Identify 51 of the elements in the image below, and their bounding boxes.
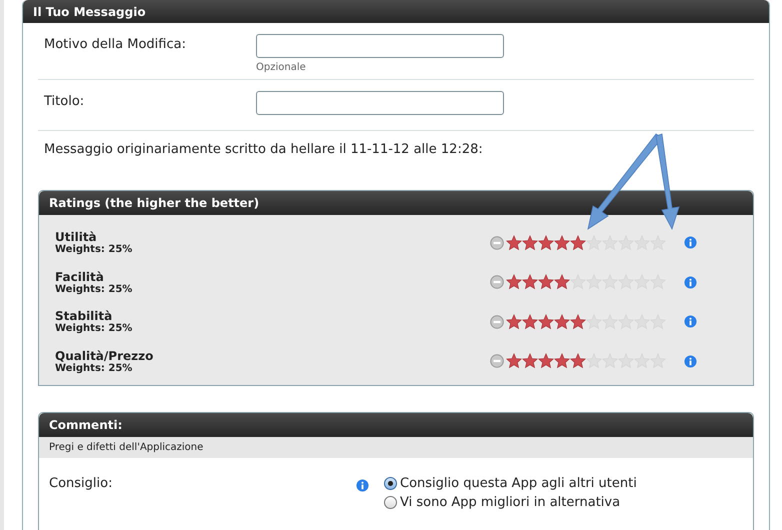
star-icon[interactable] [522, 353, 538, 370]
comments-title: Commenti: [49, 418, 122, 432]
field-label: Titolo: [44, 93, 86, 111]
star-icon[interactable] [554, 274, 570, 290]
star-icon[interactable] [570, 234, 586, 251]
clear-rating-icon[interactable] [490, 275, 504, 290]
radio-label[interactable]: Consiglio questa App agli altri utenti [400, 476, 637, 491]
ratings-title: Ratings (the higher the better) [49, 196, 260, 210]
star-icon[interactable] [570, 353, 586, 370]
star-icon[interactable] [522, 314, 538, 330]
info-icon[interactable] [684, 236, 697, 250]
star-icon[interactable] [506, 274, 522, 290]
rating-label: Utilità [55, 230, 97, 244]
radio-button[interactable] [384, 477, 397, 490]
star-icon[interactable] [538, 353, 554, 370]
field-label: Consiglio: [49, 476, 114, 493]
field-hint: Opzionale [256, 62, 307, 73]
info-icon[interactable] [684, 276, 697, 289]
comments-subtitle: Pregi e difetti dell'Applicazione [49, 442, 204, 453]
info-icon[interactable] [356, 479, 369, 492]
rating-weight: Weights: 25% [55, 244, 134, 256]
star-icon[interactable] [554, 234, 570, 251]
clear-rating-icon[interactable] [490, 314, 504, 329]
info-icon[interactable] [684, 354, 697, 368]
star-icon[interactable] [506, 353, 522, 370]
star-icon[interactable] [538, 234, 554, 251]
star-icon[interactable] [538, 314, 554, 330]
rating-label: Qualità/Prezzo [55, 348, 154, 363]
original-message-note: Messaggio originariamente scritto da hellare il 11-11-12 alle 12:28: [44, 142, 483, 157]
star-icon[interactable] [506, 234, 522, 251]
star-icon[interactable] [554, 314, 570, 330]
rating-weight: Weights: 25% [55, 284, 134, 295]
clear-rating-icon[interactable] [490, 236, 504, 250]
radio-label[interactable]: Vi sono App migliori in alternativa [400, 495, 620, 510]
rating-label: Stabilità [55, 309, 114, 324]
rating-weight: Weights: 25% [55, 323, 134, 334]
field-label: Motivo della Modifica: [44, 36, 187, 54]
rating-label: Facilità [55, 270, 105, 284]
radio-button[interactable] [384, 496, 397, 509]
star-icon[interactable] [554, 353, 570, 370]
star-icon[interactable] [506, 314, 522, 330]
info-icon[interactable] [684, 315, 697, 328]
input-field[interactable] [256, 34, 504, 58]
input-field[interactable] [256, 91, 504, 115]
star-icon[interactable] [570, 314, 586, 330]
star-icon[interactable] [522, 274, 538, 290]
clear-rating-icon[interactable] [490, 354, 504, 368]
panel-title: Il Tuo Messaggio [33, 4, 146, 18]
rating-weight: Weights: 25% [55, 362, 134, 374]
star-icon[interactable] [522, 234, 538, 251]
star-icon[interactable] [538, 274, 554, 290]
